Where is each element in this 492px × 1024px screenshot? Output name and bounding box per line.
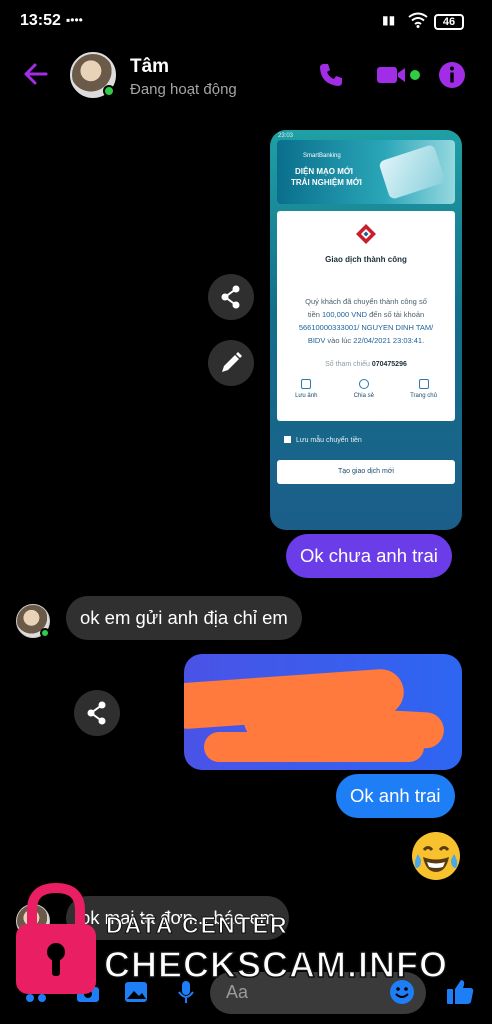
share-action: Chia sẻ bbox=[354, 379, 374, 399]
status-bar: 13:52 ▪••• ▮▮ 46 bbox=[0, 0, 492, 42]
home-action: Trang chủ bbox=[410, 379, 437, 399]
home-icon bbox=[418, 379, 429, 389]
contact-presence: Đang hoạt động bbox=[130, 81, 237, 98]
battery-indicator: 46 bbox=[434, 14, 464, 30]
save-image-label: Lưu ảnh bbox=[295, 393, 318, 399]
video-online-dot bbox=[410, 70, 420, 80]
receipt-actions: Lưu ảnh Chia sẻ Trang chủ bbox=[277, 379, 455, 399]
new-transaction-button: Tạo giao dịch mới bbox=[277, 460, 455, 484]
incoming-message[interactable]: ok em gửi anh địa chỉ em bbox=[66, 596, 302, 640]
watermark-line-2: CHECKSCAM.INFO bbox=[103, 943, 448, 986]
time-prefix: vào lúc bbox=[327, 336, 352, 345]
wifi-icon bbox=[408, 12, 428, 28]
image-icon bbox=[301, 379, 312, 389]
message-line-1: Quý khách đã chuyển thành công số bbox=[305, 297, 427, 306]
banner-line-2: TRẢI NGHIỆM MỚI bbox=[291, 178, 362, 187]
edit-button[interactable] bbox=[208, 340, 254, 386]
share-label: Chia sẻ bbox=[353, 393, 374, 399]
recipient-bank: BIDV bbox=[307, 336, 326, 345]
back-arrow-icon[interactable] bbox=[20, 58, 52, 90]
contact-name[interactable]: Tâm bbox=[130, 56, 169, 78]
home-label: Trang chủ bbox=[410, 393, 437, 399]
message-notification-icon: ▪••• bbox=[66, 13, 83, 27]
outgoing-message[interactable]: Ok anh trai bbox=[336, 774, 455, 818]
bank-logo-icon bbox=[356, 224, 376, 244]
bank-brand: SmartBanking bbox=[303, 153, 341, 159]
share-button[interactable] bbox=[74, 690, 120, 736]
outgoing-message[interactable]: Ok chưa anh trai bbox=[286, 534, 452, 578]
transfer-datetime: 22/04/2021 23:03:41. bbox=[353, 336, 425, 345]
redaction-scribble bbox=[204, 732, 424, 762]
success-title: Giao dịch thành công bbox=[325, 255, 407, 264]
tears-of-joy-icon bbox=[414, 846, 458, 872]
shared-image-message[interactable]: 23:03 SmartBanking DIỆN MẠO MỚI TRẢI NGH… bbox=[270, 130, 462, 530]
banner-line-1: DIỆN MẠO MỚI bbox=[295, 167, 353, 176]
transfer-amount: 100,000 VND bbox=[322, 310, 368, 319]
checkbox-icon bbox=[284, 436, 291, 443]
voice-call-icon[interactable] bbox=[316, 60, 346, 90]
banner-phone-image bbox=[378, 144, 446, 200]
share-small-icon bbox=[358, 379, 369, 389]
bank-banner: SmartBanking DIỆN MẠO MỚI TRẢI NGHIỆM MỚ… bbox=[277, 140, 455, 204]
share-icon bbox=[87, 701, 106, 725]
info-icon[interactable] bbox=[437, 60, 467, 90]
chat-header: Tâm Đang hoạt động bbox=[0, 42, 492, 110]
recipient-account: 56610000333001/ NGUYEN DINH TAM/ bbox=[298, 323, 434, 332]
transfer-message: Quý khách đã chuyển thành công số tiền 1… bbox=[277, 295, 455, 347]
save-template-row: Lưu mẫu chuyển tiền bbox=[284, 436, 362, 444]
share-icon bbox=[221, 285, 240, 309]
laughing-emoji[interactable] bbox=[412, 832, 460, 880]
reference-row: Số tham chiếu 070475296 bbox=[277, 361, 455, 368]
transaction-receipt: Giao dịch thành công Quý khách đã chuyển… bbox=[277, 211, 455, 421]
online-status-dot bbox=[40, 628, 50, 638]
reference-number: 070475296 bbox=[371, 361, 407, 368]
save-template-label: Lưu mẫu chuyển tiền bbox=[296, 437, 362, 444]
signal-icon: ▮▮ bbox=[382, 13, 396, 27]
share-button[interactable] bbox=[208, 274, 254, 320]
watermark-line-1: DATA CENTER bbox=[106, 912, 289, 939]
thumbs-up-icon[interactable] bbox=[444, 976, 476, 1008]
pencil-icon bbox=[222, 352, 242, 372]
online-status-dot bbox=[103, 85, 115, 97]
screenshot-time: 23:03 bbox=[278, 133, 294, 139]
redacted-message[interactable] bbox=[184, 654, 462, 770]
lock-watermark-icon bbox=[16, 882, 96, 994]
save-image-action: Lưu ảnh bbox=[295, 379, 317, 399]
reference-label: Số tham chiếu bbox=[325, 361, 370, 368]
status-time: 13:52 bbox=[20, 12, 61, 29]
video-call-icon[interactable] bbox=[375, 60, 409, 90]
message-amount-suffix: đến số tài khoản bbox=[369, 310, 425, 319]
message-amount-prefix: tiền bbox=[307, 310, 320, 319]
